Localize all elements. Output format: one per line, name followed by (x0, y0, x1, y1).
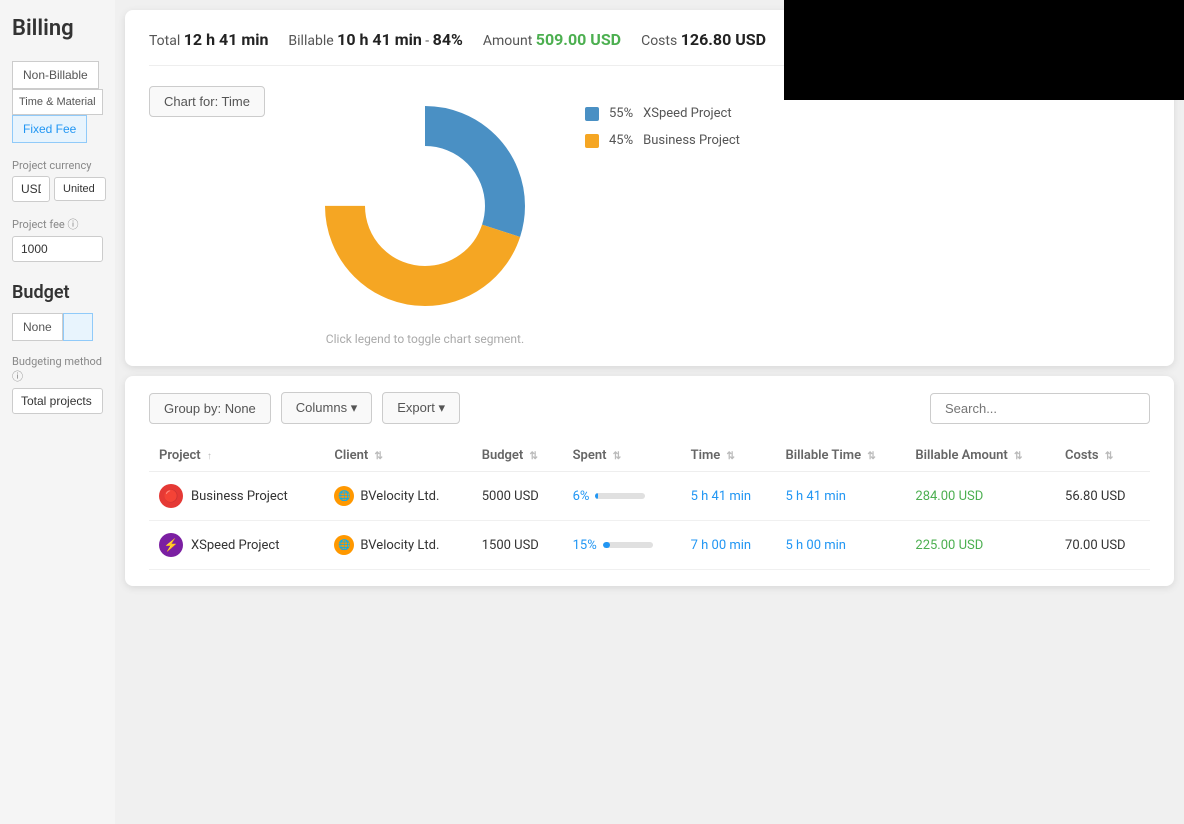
billable-amount-sort-icon: ⇅ (1014, 451, 1022, 462)
table-row: ⚡ XSpeed Project 🌐 BVelocity Ltd. 1500 U… (149, 521, 1150, 570)
total-value: 12 h 41 min (184, 30, 269, 49)
client-cell-1: 🌐 BVelocity Ltd. (324, 472, 471, 521)
costs-sort-icon: ⇅ (1105, 451, 1113, 462)
project-cell-2: ⚡ XSpeed Project (149, 521, 324, 570)
budget-cell-1: 5000 USD (472, 472, 563, 521)
budgeting-method-label: Budgeting method ⓘ (12, 355, 103, 384)
total-stat: Total 12 h 41 min (149, 30, 268, 49)
time-cell-1: 5 h 41 min (681, 472, 776, 521)
black-overlay (784, 0, 1184, 100)
col-billable-amount: Billable Amount ⇅ (905, 440, 1055, 472)
progress-bar-bg-2 (603, 542, 653, 548)
svg-text:55%: 55% (453, 203, 476, 217)
col-billable-time: Billable Time ⇅ (775, 440, 905, 472)
project-sort-icon: ↑ (207, 451, 212, 462)
spent-sort-icon: ⇅ (613, 451, 621, 462)
export-button[interactable]: Export ▾ (382, 392, 460, 424)
col-time: Time ⇅ (681, 440, 776, 472)
project-fee-input[interactable] (12, 236, 103, 262)
billable-time-sort-icon: ⇅ (867, 451, 875, 462)
legend-dot-business (585, 134, 599, 148)
legend-dot-xspeed (585, 107, 599, 121)
progress-bar-fill-1 (595, 493, 598, 499)
client-sort-icon: ⇅ (374, 451, 382, 462)
project-cell-1: 🔴 Business Project (149, 472, 324, 521)
billable-amount-cell-1: 284.00 USD (905, 472, 1055, 521)
currency-code-input[interactable] (12, 176, 50, 202)
currency-name-input[interactable] (54, 177, 106, 201)
costs-cell-2: 70.00 USD (1055, 521, 1150, 570)
fee-label: Project fee ⓘ (12, 216, 103, 232)
progress-bar-bg-1 (595, 493, 645, 499)
col-project: Project ↑ (149, 440, 324, 472)
legend-item-xspeed[interactable]: 55% XSpeed Project (585, 106, 740, 121)
costs-stat: Costs 126.80 USD (641, 30, 766, 49)
bottom-panel: Group by: None Columns ▾ Export ▾ Projec… (125, 376, 1174, 586)
table-row: 🔴 Business Project 🌐 BVelocity Ltd. 5000… (149, 472, 1150, 521)
columns-chevron-icon: ▾ (351, 400, 358, 415)
tab-fixed-fee[interactable]: Fixed Fee (12, 115, 87, 143)
project-avatar-2: ⚡ (159, 533, 183, 557)
col-costs: Costs ⇅ (1055, 440, 1150, 472)
spent-cell-2: 15% (563, 521, 681, 570)
legend-label-business: Business Project (643, 133, 740, 148)
budgeting-method-input[interactable] (12, 388, 103, 414)
billable-value: 10 h 41 min (337, 30, 422, 49)
budget-option2-btn[interactable] (63, 313, 93, 341)
tab-non-billable[interactable]: Non-Billable (12, 61, 99, 89)
table-header-row: Project ↑ Client ⇅ Budget ⇅ Spent ⇅ (149, 440, 1150, 472)
spent-cell-1: 6% (563, 472, 681, 521)
billable-time-cell-2: 5 h 00 min (775, 521, 905, 570)
tab-time-material[interactable]: Time & Material (12, 89, 103, 115)
group-by-button[interactable]: Group by: None (149, 393, 271, 424)
page-title: Billing (12, 16, 103, 41)
col-spent: Spent ⇅ (563, 440, 681, 472)
billable-amount-cell-2: 225.00 USD (905, 521, 1055, 570)
client-cell-2: 🌐 BVelocity Ltd. (324, 521, 471, 570)
chart-legend: 55% XSpeed Project 45% Business Project (585, 86, 740, 148)
project-avatar-1: 🔴 (159, 484, 183, 508)
client-name-2: BVelocity Ltd. (360, 538, 439, 553)
donut-chart: 55% 45% (305, 86, 545, 326)
project-name-1: Business Project (191, 489, 288, 504)
client-name-1: BVelocity Ltd. (360, 489, 439, 504)
progress-bar-fill-2 (603, 542, 611, 548)
billable-stat: Billable 10 h 41 min - 84% (288, 30, 462, 49)
main-content: Total 12 h 41 min Billable 10 h 41 min -… (115, 0, 1184, 824)
billable-time-cell-1: 5 h 41 min (775, 472, 905, 521)
legend-label-xspeed: XSpeed Project (643, 106, 731, 121)
legend-item-business[interactable]: 45% Business Project (585, 133, 740, 148)
col-client: Client ⇅ (324, 440, 471, 472)
budget-title: Budget (12, 282, 103, 303)
budget-cell-2: 1500 USD (472, 521, 563, 570)
chart-section: Chart for: Time 55% 45% (149, 86, 1150, 346)
columns-button[interactable]: Columns ▾ (281, 392, 372, 424)
search-input[interactable] (930, 393, 1150, 424)
chart-for-button[interactable]: Chart for: Time (149, 86, 265, 117)
data-table: Project ↑ Client ⇅ Budget ⇅ Spent ⇅ (149, 440, 1150, 570)
billable-pct: 84% (433, 30, 463, 49)
export-chevron-icon: ▾ (438, 400, 445, 415)
project-name-2: XSpeed Project (191, 538, 279, 553)
costs-value: 126.80 USD (681, 30, 766, 49)
costs-cell-1: 56.80 USD (1055, 472, 1150, 521)
amount-stat: Amount 509.00 USD (483, 30, 621, 49)
client-icon-1: 🌐 (334, 486, 354, 506)
table-toolbar: Group by: None Columns ▾ Export ▾ (149, 392, 1150, 424)
currency-label: Project currency (12, 159, 103, 172)
client-icon-2: 🌐 (334, 535, 354, 555)
col-budget: Budget ⇅ (472, 440, 563, 472)
time-sort-icon: ⇅ (727, 451, 735, 462)
budget-none-btn[interactable]: None (12, 313, 63, 341)
budget-sort-icon: ⇅ (530, 451, 538, 462)
svg-text:45%: 45% (367, 175, 390, 189)
time-cell-2: 7 h 00 min (681, 521, 776, 570)
sidebar: Billing Non-Billable Time & Material Fix… (0, 0, 115, 824)
amount-value: 509.00 USD (536, 30, 621, 49)
chart-hint: Click legend to toggle chart segment. (326, 332, 524, 346)
